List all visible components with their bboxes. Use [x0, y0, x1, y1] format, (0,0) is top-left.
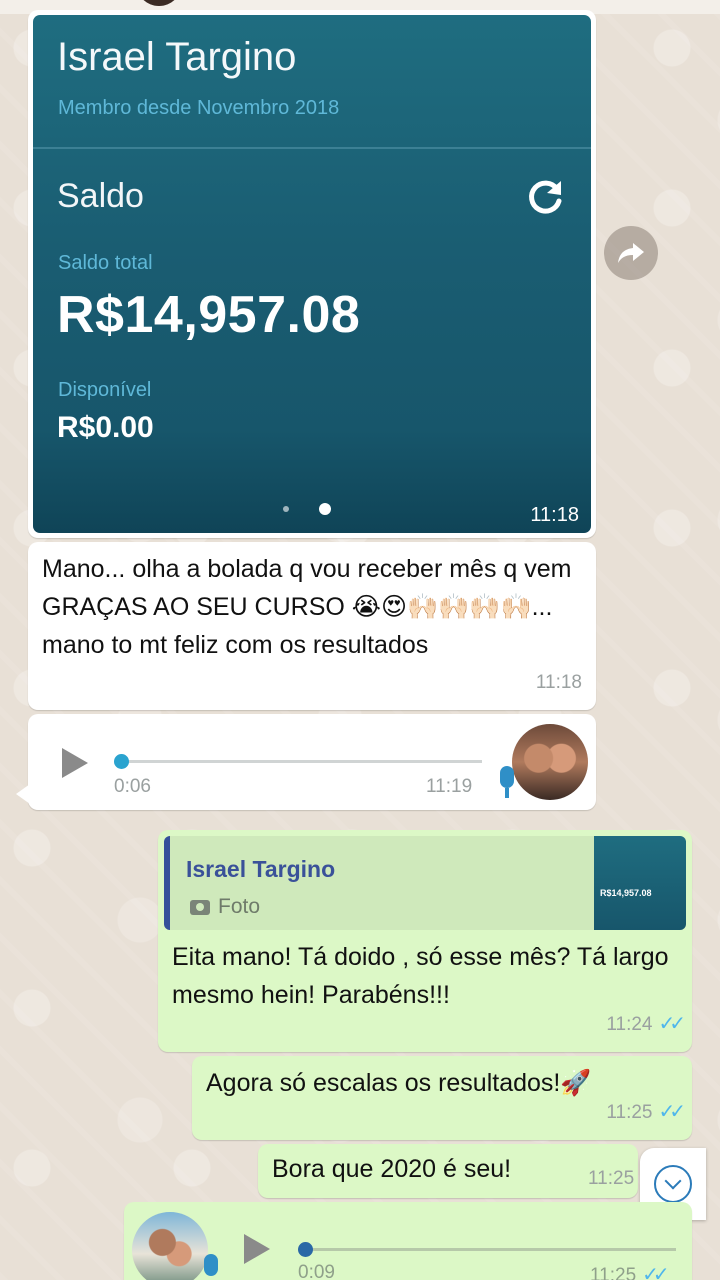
- camera-icon: [190, 899, 210, 915]
- incoming-text-message[interactable]: Mano... olha a bolada q vou receber mês …: [28, 542, 596, 710]
- audio-duration: 0:06: [114, 776, 151, 797]
- outgoing-audio-message[interactable]: 0:09 11:25 ✓✓: [124, 1202, 692, 1280]
- message-time: 11:25: [588, 1168, 635, 1189]
- outgoing-reply-message[interactable]: Israel Targino Foto R$14,957.08 Eita man…: [158, 830, 692, 1052]
- outgoing-text-message[interactable]: Agora só escalas os resultados!🚀 11:25 ✓✓: [192, 1056, 692, 1140]
- photo-section-title: Saldo: [57, 177, 144, 215]
- read-ticks-icon: ✓✓: [642, 1264, 669, 1280]
- message-time-row: 11:25 ✓✓: [590, 1262, 670, 1280]
- sender-avatar: [512, 724, 588, 800]
- audio-track[interactable]: [120, 760, 482, 763]
- forward-icon: [618, 243, 644, 263]
- thumbnail-amount: R$14,957.08: [600, 888, 652, 898]
- message-time: 11:18: [535, 672, 582, 693]
- photo-member-since: Membro desde Novembro 2018: [58, 97, 340, 119]
- message-time: 11:25: [606, 1102, 653, 1123]
- mic-icon: [204, 1254, 218, 1276]
- audio-seek-handle[interactable]: [114, 754, 129, 769]
- message-time: 11:24: [606, 1014, 653, 1035]
- photo-message[interactable]: Israel Targino Membro desde Novembro 201…: [28, 10, 596, 538]
- incoming-audio-message[interactable]: 0:06 11:19: [16, 714, 596, 810]
- play-icon[interactable]: [244, 1234, 270, 1264]
- message-text: Bora que 2020 é seu!: [272, 1155, 512, 1183]
- read-ticks-icon: ✓✓: [658, 1101, 685, 1123]
- chevron-down-icon: [654, 1165, 692, 1203]
- message-time: 11:19: [426, 776, 473, 797]
- photo-total-value: R$14,957.08: [57, 286, 361, 344]
- photo-image[interactable]: Israel Targino Membro desde Novembro 201…: [33, 15, 591, 533]
- quoted-type: Foto: [190, 888, 260, 926]
- photo-divider: [33, 147, 591, 149]
- page-dot-active: [319, 503, 331, 515]
- forward-button[interactable]: [604, 226, 658, 280]
- photo-available-value: R$0.00: [57, 411, 154, 444]
- photo-available-label: Disponível: [58, 379, 152, 401]
- message-time-row: 11:24 ✓✓: [606, 1005, 686, 1044]
- read-ticks-icon: ✓✓: [658, 1013, 685, 1035]
- photo-time: 11:18: [530, 504, 579, 526]
- outgoing-text-message-2[interactable]: Bora que 2020 é seu! 11:25: [258, 1144, 638, 1198]
- audio-duration: 0:09: [298, 1262, 335, 1280]
- audio-track[interactable]: [306, 1248, 676, 1251]
- message-time-row: 11:25 ✓✓: [606, 1093, 686, 1132]
- photo-name: Israel Targino: [57, 35, 297, 79]
- message-time: 11:25: [590, 1265, 637, 1280]
- refresh-icon: [529, 180, 562, 214]
- audio-seek-handle[interactable]: [298, 1242, 313, 1257]
- sender-avatar: [132, 1212, 208, 1280]
- quoted-photo-thumbnail: R$14,957.08: [594, 836, 686, 930]
- quoted-message[interactable]: Israel Targino Foto R$14,957.08: [164, 836, 686, 930]
- message-text: Mano... olha a bolada q vou receber mês …: [42, 555, 572, 659]
- page-indicator: [283, 503, 331, 515]
- play-icon[interactable]: [62, 748, 88, 778]
- quoted-sender-name: Israel Targino: [186, 856, 336, 882]
- quoted-type-label: Foto: [218, 895, 261, 918]
- message-text: Eita mano! Tá doido , só esse mês? Tá la…: [172, 943, 669, 1009]
- mic-icon: [500, 766, 514, 798]
- page-dot: [283, 506, 289, 512]
- photo-total-label: Saldo total: [58, 252, 153, 274]
